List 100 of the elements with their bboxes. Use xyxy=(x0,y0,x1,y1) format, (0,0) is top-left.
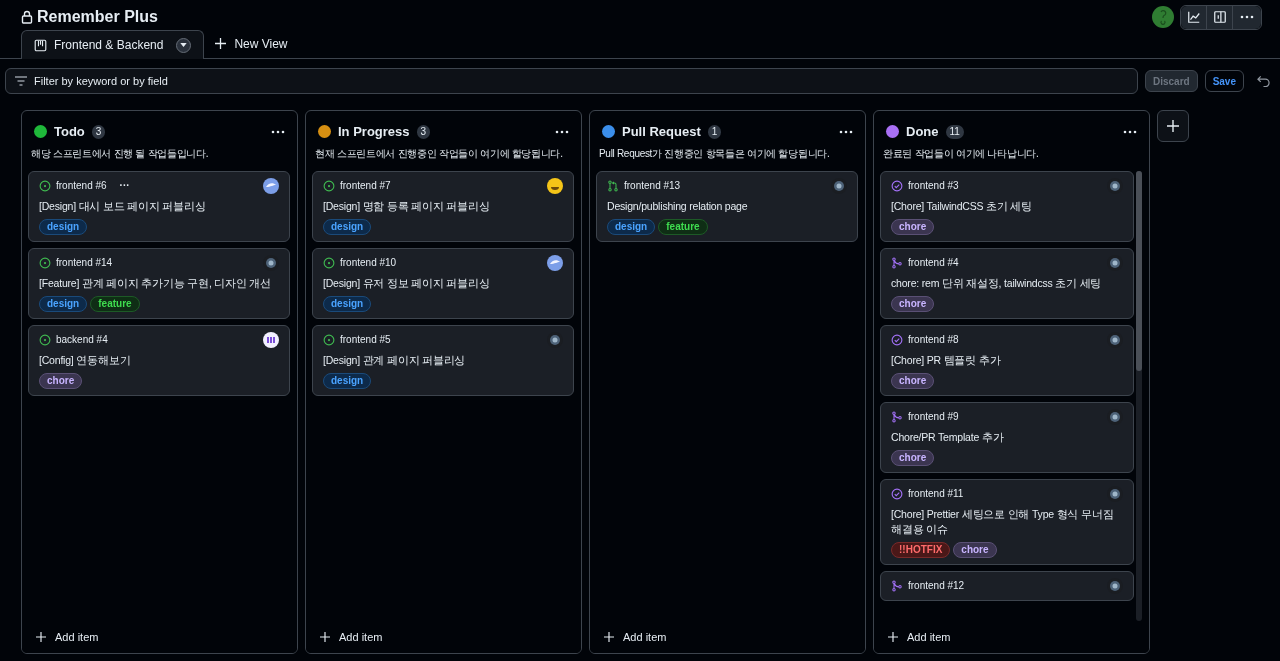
open-issue-icon xyxy=(323,256,335,269)
item-count: 3 xyxy=(416,124,431,139)
item-count: 1 xyxy=(707,124,722,139)
label-tag: feature xyxy=(90,295,140,312)
issue-reference[interactable]: frontend #9 xyxy=(908,409,959,424)
avatar[interactable] xyxy=(263,177,279,194)
label-tag: design xyxy=(323,295,372,312)
avatar[interactable] xyxy=(263,331,279,348)
item-count: 11 xyxy=(945,124,964,139)
label-tag: chore xyxy=(39,372,83,389)
issue-card[interactable]: frontend #6 ··· [Design] 대시 보드 페이지 퍼블리싱 design xyxy=(28,170,290,242)
issue-reference[interactable]: frontend #11 xyxy=(908,486,964,501)
check-circle-icon xyxy=(891,333,903,346)
issue-reference[interactable]: frontend #12 xyxy=(908,578,965,593)
item-count: 3 xyxy=(91,124,106,139)
label-tag: feature xyxy=(658,218,708,235)
issue-reference[interactable]: frontend #14 xyxy=(56,255,113,270)
issue-reference[interactable]: frontend #3 xyxy=(908,178,959,193)
add-column-button[interactable] xyxy=(1157,110,1189,142)
lock-icon xyxy=(21,10,33,24)
view-options-button[interactable] xyxy=(176,37,192,53)
plus-icon xyxy=(320,632,330,642)
issue-title: [Design] 유저 정보 페이지 퍼블리싱 xyxy=(323,275,491,291)
side-panel-button[interactable] xyxy=(1207,5,1233,29)
check-circle-icon xyxy=(891,487,903,500)
label-tag: chore xyxy=(891,295,935,312)
issue-card[interactable]: frontend #11 [Chore] Prettier 세팅으로 인해 Type 형식 무너짐 해결용 이슈 !!HOTFIX chore xyxy=(880,478,1134,565)
view-tab[interactable]: Frontend & Backend xyxy=(21,30,205,59)
merge-icon xyxy=(891,410,903,423)
column-title: Todo xyxy=(54,123,85,141)
filter-icon xyxy=(15,76,27,86)
label-tag: chore xyxy=(891,218,935,235)
issue-title: [Chore] TailwindCSS 초기 세팅 xyxy=(891,198,1033,214)
plus-icon xyxy=(888,632,898,642)
issue-card[interactable]: frontend #9 Chore/PR Template 추가 chore xyxy=(880,401,1134,473)
column-title: Done xyxy=(906,123,939,141)
new-view-button[interactable]: New View xyxy=(204,29,299,58)
column-description: 해당 스프린트에서 진행 될 작업들입니다. xyxy=(31,146,210,161)
undo-icon[interactable] xyxy=(1257,75,1270,87)
issue-reference[interactable]: frontend #10 xyxy=(340,255,397,270)
issue-card[interactable]: frontend #8 [Chore] PR 템플릿 추가 chore xyxy=(880,324,1134,396)
issue-card[interactable]: frontend #14 [Feature] 관계 페이지 추가기능 구현, 디자인 개선 design feature xyxy=(28,247,290,319)
plus-icon xyxy=(604,632,614,642)
open-issue-icon xyxy=(39,333,51,346)
issue-card[interactable]: backend #4 [Config] 연동해보기 chore xyxy=(28,324,290,396)
issue-card[interactable]: frontend #13 Design/publishing relation page design feature xyxy=(596,170,858,242)
issue-reference[interactable]: frontend #13 xyxy=(624,178,681,193)
label-tag: !!HOTFIX xyxy=(891,541,951,558)
issue-title: [Design] 명함 등록 페이지 퍼블리싱 xyxy=(323,198,491,214)
avatar[interactable] xyxy=(547,177,563,194)
label-tag: chore xyxy=(953,541,997,558)
label-tag: design xyxy=(39,218,88,235)
issue-title: Design/publishing relation page xyxy=(607,198,749,214)
issue-title: [Chore] PR 템플릿 추가 xyxy=(891,352,1002,368)
scrollbar[interactable] xyxy=(1136,170,1142,621)
issue-title: [Design] 대시 보드 페이지 퍼블리싱 xyxy=(39,198,207,214)
issue-card[interactable]: frontend #7 [Design] 명함 등록 페이지 퍼블리싱 design xyxy=(312,170,574,242)
issue-reference[interactable]: frontend #4 xyxy=(908,255,959,270)
merge-icon xyxy=(891,579,903,592)
open-issue-icon xyxy=(39,256,51,269)
open-issue-icon xyxy=(39,179,51,192)
issue-card[interactable]: frontend #12 xyxy=(880,570,1134,601)
avatar[interactable] xyxy=(547,254,563,271)
open-issue-icon xyxy=(323,333,335,346)
card-menu-button[interactable]: ··· xyxy=(119,180,130,191)
more-icon[interactable] xyxy=(1240,15,1254,19)
issue-title: [Chore] Prettier 세팅으로 인해 Type 형식 무너짐 해결용 이슈 xyxy=(891,506,1115,537)
column-description: Pull Request가 진행중인 항목들은 여기에 할당됩니다. xyxy=(599,146,831,161)
project-title: Remember Plus xyxy=(37,7,158,27)
issue-title: [Design] 관계 페이지 퍼블리싱 xyxy=(323,352,467,368)
save-button[interactable]: Save xyxy=(1204,70,1244,92)
column-menu-icon[interactable] xyxy=(271,129,285,134)
column-menu-icon[interactable] xyxy=(555,129,569,134)
column-title: Pull Request xyxy=(622,123,701,141)
label-tag: design xyxy=(39,295,88,312)
issue-title: chore: rem 단위 재설정, tailwindcss 초기 세팅 xyxy=(891,275,1103,291)
issue-reference[interactable]: backend #4 xyxy=(56,332,108,347)
panel-icon xyxy=(1212,10,1227,24)
filter-field[interactable]: Filter by keyword or by field xyxy=(5,68,1138,94)
open-issue-icon xyxy=(323,179,335,192)
label-tag: design xyxy=(323,372,372,389)
column-menu-icon[interactable] xyxy=(839,129,853,134)
insights-button[interactable] xyxy=(1181,5,1207,29)
issue-reference[interactable]: frontend #5 xyxy=(340,332,391,347)
column-menu-icon[interactable] xyxy=(1123,129,1137,134)
issue-card[interactable]: frontend #10 [Design] 유저 정보 페이지 퍼블리싱 design xyxy=(312,247,574,319)
issue-card[interactable]: frontend #5 [Design] 관계 페이지 퍼블리싱 design xyxy=(312,324,574,396)
issue-card[interactable]: frontend #3 [Chore] TailwindCSS 초기 세팅 chore xyxy=(880,170,1134,242)
plus-icon xyxy=(36,632,46,642)
plus-icon xyxy=(215,38,227,49)
caret-icon xyxy=(180,43,188,47)
column-description: 현재 스프린트에서 진행중인 작업들이 여기에 할당됩니다. xyxy=(315,146,564,161)
plus-icon xyxy=(1167,120,1179,132)
issue-card[interactable]: frontend #4 chore: rem 단위 재설정, tailwindcss 초기 세팅 chore xyxy=(880,247,1134,319)
label-tag: design xyxy=(607,218,656,235)
issue-reference[interactable]: frontend #7 xyxy=(340,178,391,193)
issue-title: Chore/PR Template 추가 xyxy=(891,429,1005,445)
issue-reference[interactable]: frontend #6 xyxy=(56,178,107,193)
label-tag: chore xyxy=(891,449,935,466)
issue-reference[interactable]: frontend #8 xyxy=(908,332,959,347)
